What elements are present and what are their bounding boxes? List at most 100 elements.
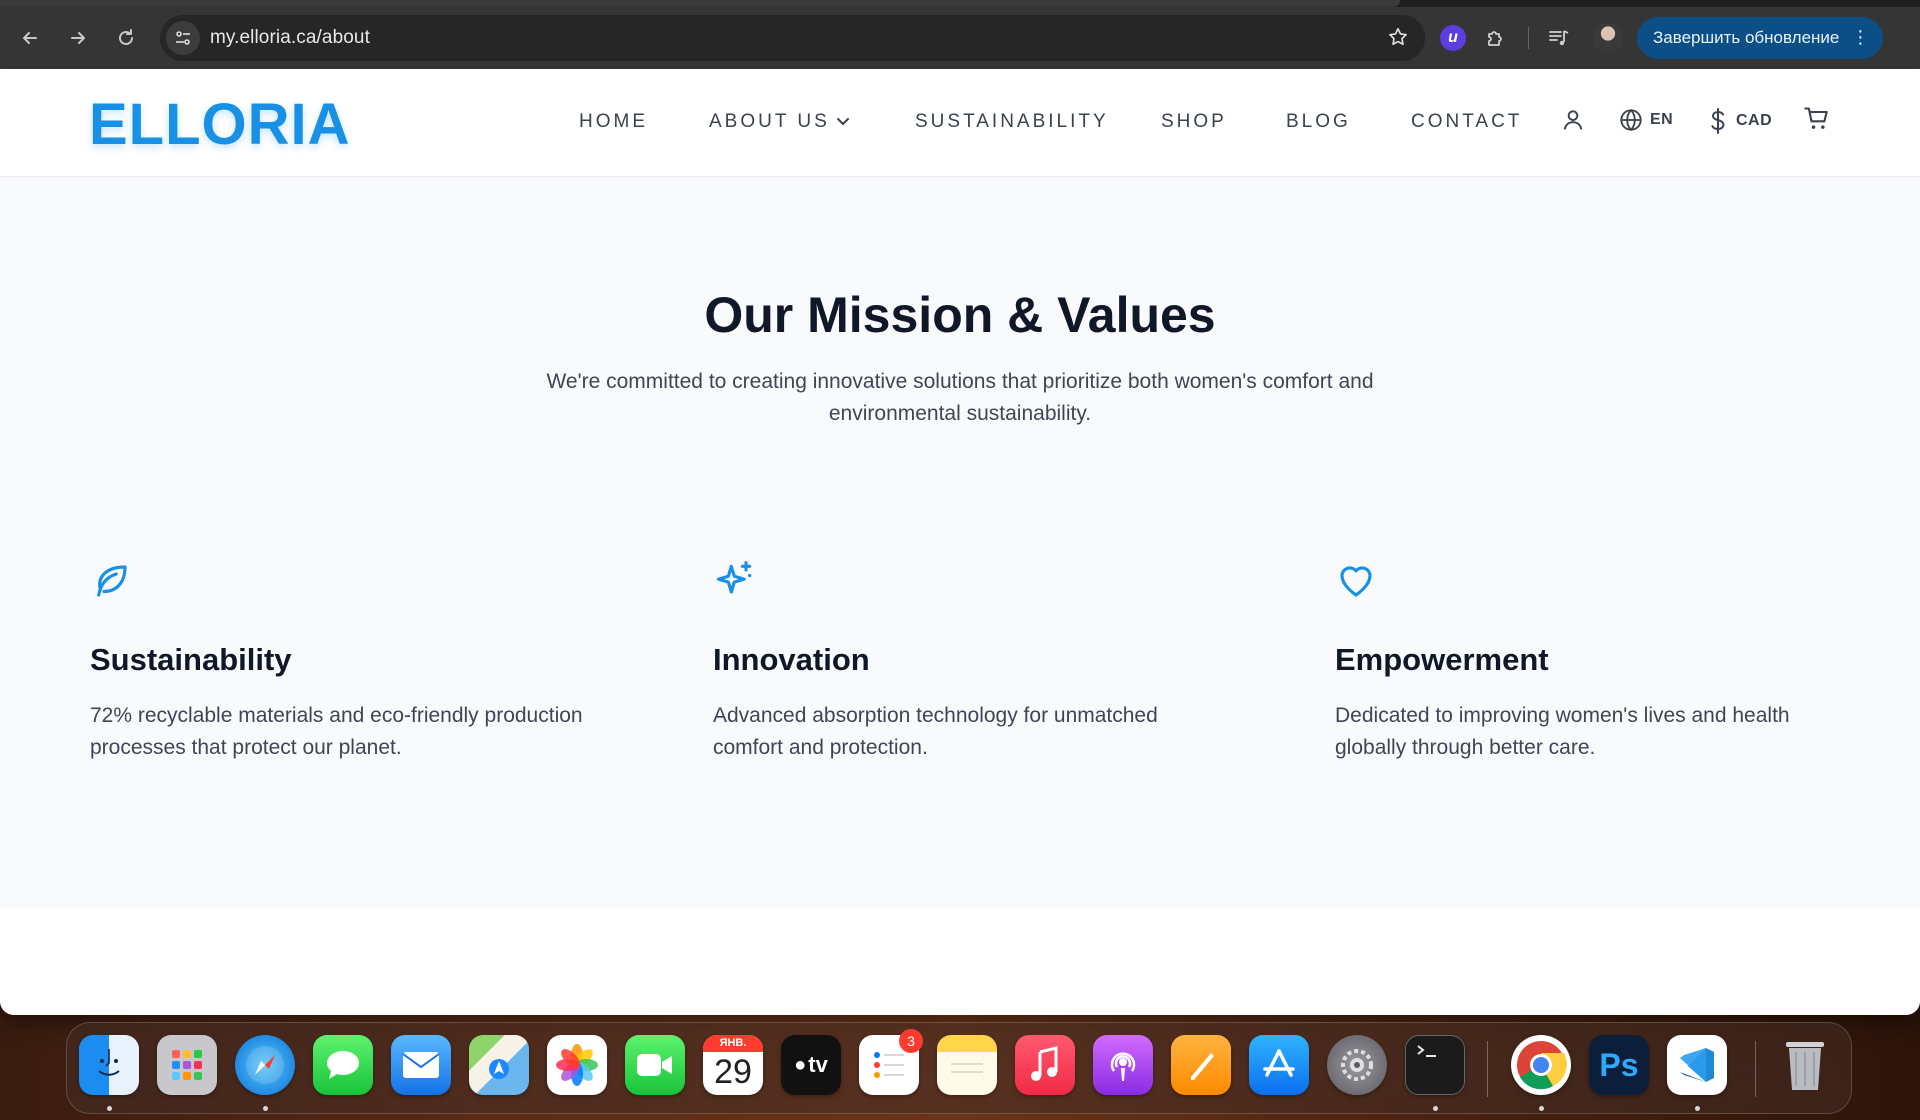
macos-dock: ЯНВ. 29 ● tv 3 Ps (66, 1022, 1852, 1114)
url-host: my.elloria.ca (210, 27, 317, 48)
messages-icon[interactable] (313, 1035, 373, 1095)
launchpad-icon[interactable] (157, 1035, 217, 1095)
browser-toolbar: my.elloria.ca/about u Завершить обновлен… (0, 7, 1920, 69)
facetime-icon[interactable] (625, 1035, 685, 1095)
nav-blog[interactable]: BLOG (1286, 111, 1351, 133)
value-title: Empowerment (1335, 642, 1549, 677)
app-store-icon[interactable] (1249, 1035, 1309, 1095)
browser-window: my.elloria.ca/about u Завершить обновлен… (0, 0, 1920, 1015)
currency-selector[interactable]: CAD (1706, 107, 1772, 135)
tv-label: tv (808, 1052, 828, 1077)
update-button[interactable]: Завершить обновление ⋮ (1637, 17, 1884, 59)
active-tab[interactable] (0, 0, 1400, 7)
nav-sustainability[interactable]: SUSTAINABILITY (915, 111, 1109, 133)
terminal-icon[interactable] (1405, 1035, 1465, 1095)
calendar-day: 29 (714, 1053, 752, 1091)
bookmark-star-button[interactable] (1387, 26, 1409, 53)
tab-strip (0, 0, 1920, 7)
tune-icon (176, 31, 190, 45)
language-selector[interactable]: EN (1618, 107, 1673, 133)
value-card-sustainability: Sustainability 72% recyclable materials … (90, 556, 610, 764)
running-indicator (263, 1106, 268, 1111)
toolbar-divider (1528, 27, 1529, 49)
extension-u-icon[interactable]: u (1440, 25, 1466, 51)
update-button-label: Завершить обновление (1653, 28, 1840, 47)
notification-badge: 3 (899, 1029, 923, 1053)
nav-shop[interactable]: SHOP (1161, 111, 1227, 133)
section-title: Our Mission & Values (704, 287, 1216, 343)
address-bar[interactable]: my.elloria.ca/about (160, 15, 1425, 61)
chevron-down-icon (836, 111, 850, 133)
heart-icon (1335, 556, 1855, 606)
leaf-icon (90, 556, 610, 606)
nav-home[interactable]: HOME (579, 111, 648, 133)
star-icon (1389, 27, 1407, 46)
chrome-icon[interactable] (1511, 1035, 1571, 1095)
pages-icon[interactable] (1171, 1035, 1231, 1095)
calendar-icon[interactable]: ЯНВ. 29 (703, 1035, 763, 1095)
dock-separator (1755, 1041, 1756, 1097)
music-icon[interactable] (1015, 1035, 1075, 1095)
language-code: EN (1650, 111, 1674, 128)
value-card-empowerment: Empowerment Dedicated to improving women… (1335, 556, 1855, 764)
mail-icon[interactable] (391, 1035, 451, 1095)
dock-separator (1487, 1041, 1488, 1097)
back-button[interactable] (10, 18, 50, 58)
value-description: Advanced absorption technology for unmat… (713, 704, 1158, 759)
photoshop-icon[interactable]: Ps (1589, 1035, 1649, 1095)
nav-contact[interactable]: CONTACT (1411, 111, 1522, 133)
account-button[interactable] (1560, 107, 1586, 133)
system-settings-icon[interactable] (1327, 1035, 1387, 1095)
running-indicator (107, 1106, 112, 1111)
forward-button[interactable] (58, 18, 98, 58)
trash-icon[interactable] (1775, 1035, 1835, 1095)
site-header: ELLORIA HOME ABOUT US SUSTAINABILITY SHO… (0, 69, 1920, 177)
safari-icon[interactable] (235, 1035, 295, 1095)
apple-logo-icon: ● (794, 1053, 807, 1076)
running-indicator (1433, 1106, 1438, 1111)
finder-icon[interactable] (79, 1035, 139, 1095)
apple-tv-icon[interactable]: ● tv (781, 1035, 841, 1095)
cart-button[interactable] (1803, 105, 1831, 133)
puzzle-icon (1488, 31, 1502, 46)
main-nav: HOME ABOUT US SUSTAINABILITY SHOP BLOG C… (0, 69, 1920, 177)
reload-button[interactable] (106, 18, 146, 58)
photos-icon[interactable] (547, 1035, 607, 1095)
sparkles-icon (713, 556, 1233, 606)
toolbar-icons: u Завершить обновление ⋮ (1440, 15, 1884, 61)
calendar-month: ЯНВ. (703, 1035, 763, 1052)
currency-code: CAD (1736, 112, 1773, 129)
podcasts-icon[interactable] (1093, 1035, 1153, 1095)
url-path: /about (316, 27, 370, 48)
site-info-button[interactable] (166, 21, 200, 55)
page-below-fold (0, 908, 1920, 1015)
reload-icon (119, 29, 133, 45)
playlist-music-icon (1549, 30, 1569, 46)
dollar-icon (1711, 108, 1725, 134)
value-card-innovation: Innovation Advanced absorption technolog… (713, 556, 1233, 764)
value-title: Sustainability (90, 642, 292, 677)
value-description: 72% recyclable materials and eco-friendl… (90, 704, 583, 759)
arrow-left-icon (23, 32, 37, 44)
media-control-button[interactable] (1547, 26, 1571, 50)
extensions-button[interactable] (1484, 26, 1508, 50)
reminders-icon[interactable]: 3 (859, 1029, 923, 1095)
running-indicator (1539, 1106, 1544, 1111)
vscode-icon[interactable] (1667, 1035, 1727, 1095)
cart-icon (1804, 107, 1828, 129)
user-icon (1563, 110, 1583, 130)
nav-about-us-label: ABOUT US (709, 111, 830, 133)
value-description: Dedicated to improving women's lives and… (1335, 704, 1790, 759)
mission-section: Our Mission & Values We're committed to … (0, 178, 1920, 908)
more-vert-icon[interactable]: ⋮ (1851, 28, 1869, 46)
running-indicator (1695, 1106, 1700, 1111)
notes-icon[interactable] (937, 1035, 997, 1095)
section-subtitle: We're committed to creating innovative s… (546, 370, 1374, 425)
value-title: Innovation (713, 642, 870, 677)
maps-icon[interactable] (469, 1035, 529, 1095)
arrow-right-icon (71, 32, 85, 44)
globe-icon (1620, 108, 1642, 132)
profile-avatar[interactable] (1593, 23, 1623, 53)
nav-about-us[interactable]: ABOUT US (709, 111, 850, 133)
url-text[interactable]: my.elloria.ca/about (210, 27, 370, 49)
